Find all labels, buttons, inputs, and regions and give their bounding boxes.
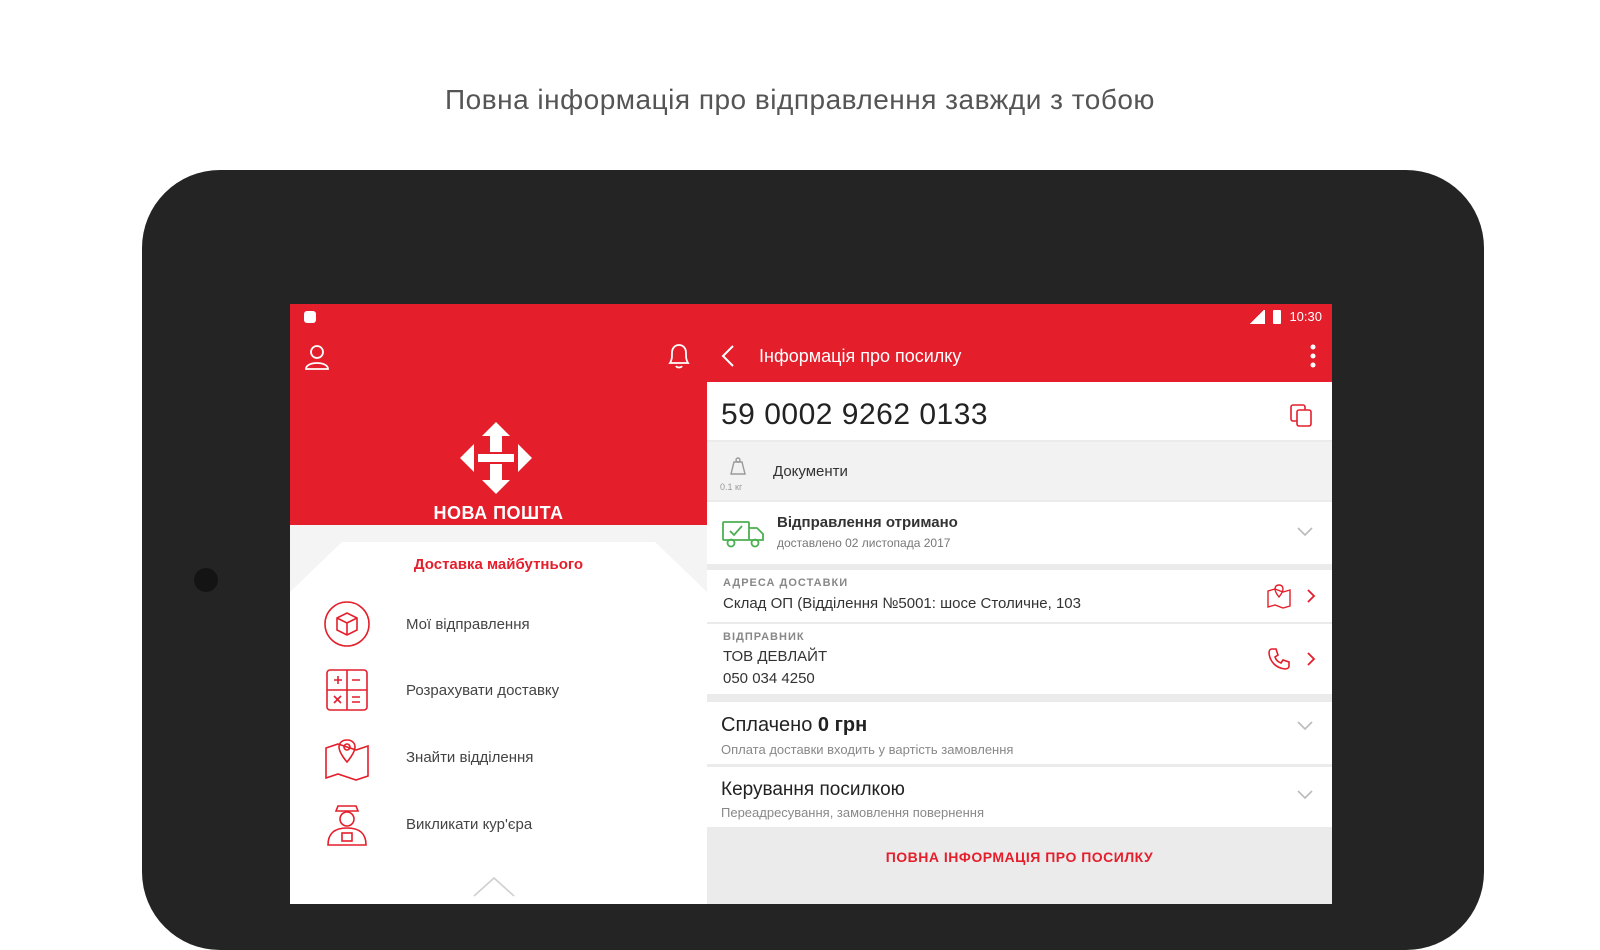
camera-lens [194, 568, 218, 592]
delivery-status-row[interactable]: Відправлення отримано доставлено 02 лист… [707, 502, 1332, 564]
chevron-down-icon[interactable] [1296, 526, 1314, 538]
sender-name: ТОВ ДЕВЛАЙТ [723, 648, 828, 665]
signal-icon [1249, 309, 1266, 324]
status-right: 10:30 [1249, 309, 1322, 324]
nav-topbar [290, 330, 707, 382]
brand-name: НОВА ПОШТА [433, 503, 564, 523]
map-pin-icon [325, 739, 369, 781]
delivery-truck-icon [722, 521, 764, 548]
toolbar-title: Інформація про посилку [759, 346, 962, 366]
sender-row[interactable]: ВІДПРАВНИК ТОВ ДЕВЛАЙТ 050 034 4250 [707, 624, 1332, 694]
menu-item-find-branch[interactable]: Знайти відділення [290, 725, 707, 789]
menu-item-my-shipments[interactable]: Мої відправлення [290, 592, 707, 656]
page-headline: Повна інформація про відправлення завжди… [445, 84, 1155, 115]
chevron-right-icon[interactable] [1306, 588, 1316, 604]
navigation-panel: НОВА ПОШТА Доставка майбутнього Мої відп… [290, 330, 707, 904]
payment-note: Оплата доставки входить у вартість замов… [721, 742, 1014, 757]
sender-label: ВІДПРАВНИК [723, 631, 805, 643]
menu-item-label: Викликати кур'єра [406, 815, 533, 833]
tracking-card: 59 0002 9262 0133 [707, 382, 1332, 440]
status-bar: 10:30 [290, 304, 1332, 330]
notifications-bell-icon[interactable] [664, 340, 694, 372]
delivery-status-date: доставлено 02 листопада 2017 [777, 536, 951, 550]
nova-poshta-logo-icon [460, 422, 532, 494]
menu-item-label: Мої відправлення [406, 615, 530, 633]
paid-amount: 0 грн [817, 714, 868, 736]
chevron-right-icon[interactable] [1306, 651, 1316, 667]
courier-icon [327, 805, 367, 846]
delivery-status-title: Відправлення отримано [777, 514, 958, 531]
cargo-type: Документи [773, 463, 848, 480]
tracking-number: 59 0002 9262 0133 [721, 398, 989, 431]
app-screen: 10:30 НОВА ПОШТА Доставка майбутнього Мо… [290, 304, 1332, 904]
paid-prefix: Сплачено [721, 714, 813, 736]
status-time: 10:30 [1289, 309, 1322, 324]
chevron-down-icon[interactable] [1296, 720, 1314, 732]
delivery-address-row[interactable]: АДРЕСА ДОСТАВКИ Склад ОП (Відділення №50… [707, 570, 1332, 622]
brand-tagline: Доставка майбутнього [413, 556, 584, 573]
menu-item-label: Знайти відділення [406, 748, 534, 766]
map-icon[interactable] [1266, 583, 1292, 609]
calculator-icon [326, 669, 368, 711]
more-vertical-icon[interactable] [1308, 342, 1318, 370]
menu-item-call-courier[interactable]: Викликати кур'єра [290, 792, 707, 856]
manage-title: Керування посилкою [721, 779, 905, 800]
full-info-button[interactable]: ПОВНА ІНФОРМАЦІЯ ПРО ПОСИЛКУ [707, 849, 1332, 865]
menu-item-calculate[interactable]: Розрахувати доставку [290, 658, 707, 722]
battery-icon [1273, 309, 1282, 324]
manage-note: Переадресування, замовлення повернення [721, 805, 985, 820]
parcel-detail-panel: Інформація про посилку 59 0002 9262 0133… [707, 330, 1332, 904]
payment-title: Сплачено 0 грн [721, 714, 867, 737]
cargo-weight: 0.1 кг [720, 482, 743, 492]
sender-phone: 050 034 4250 [723, 670, 815, 687]
notification-icon [304, 311, 316, 323]
chevron-up-icon[interactable] [472, 876, 516, 898]
back-arrow-icon[interactable] [715, 342, 743, 370]
chevron-down-icon[interactable] [1296, 789, 1314, 801]
box-icon [324, 601, 370, 647]
address-value: Склад ОП (Відділення №5001: шосе Столичн… [723, 595, 1081, 612]
detail-toolbar: Інформація про посилку [707, 330, 1332, 382]
cargo-row: 0.1 кг Документи [707, 442, 1332, 500]
payment-row[interactable]: Сплачено 0 грн Оплата доставки входить у… [707, 702, 1332, 764]
menu-item-label: Розрахувати доставку [406, 681, 560, 699]
user-profile-icon[interactable] [302, 342, 332, 372]
copy-icon[interactable] [1288, 402, 1314, 428]
manage-parcel-row[interactable]: Керування посилкою Переадресування, замо… [707, 767, 1332, 827]
address-label: АДРЕСА ДОСТАВКИ [723, 577, 849, 589]
phone-icon[interactable] [1266, 646, 1292, 672]
